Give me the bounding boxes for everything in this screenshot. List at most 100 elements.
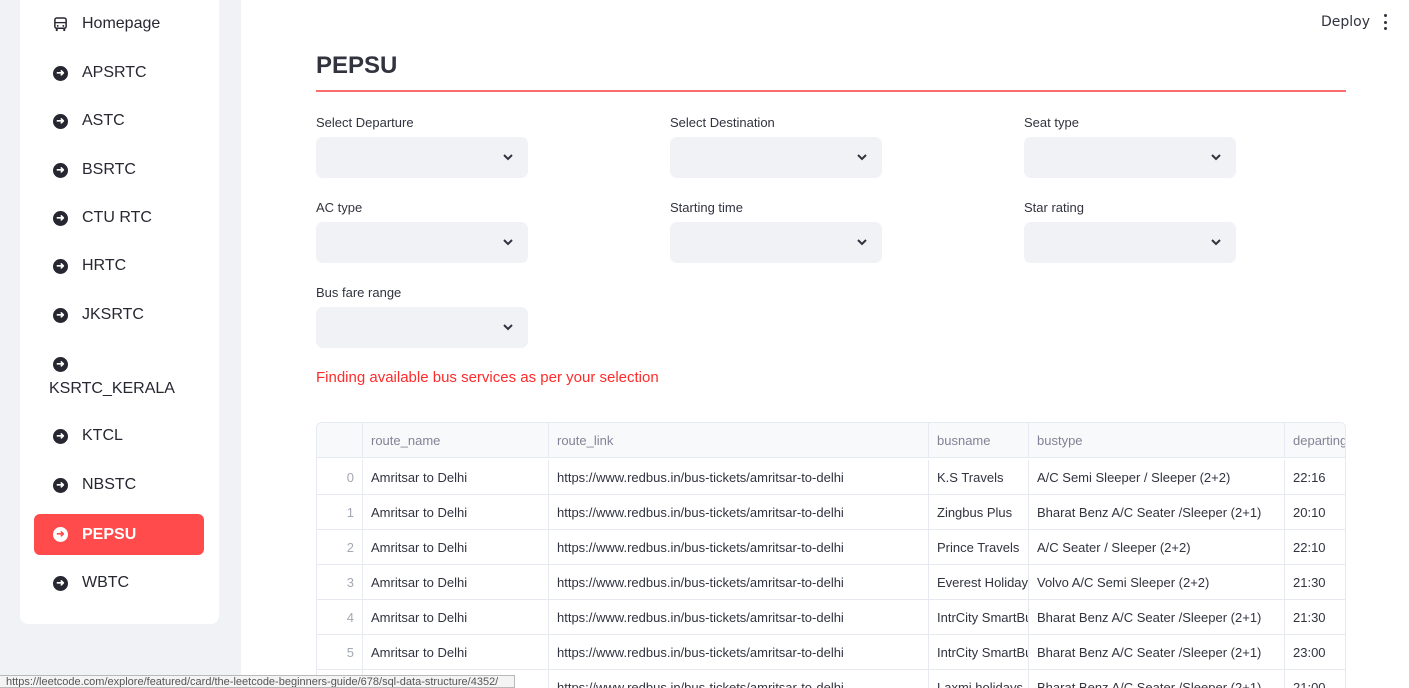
sidebar-item-homepage[interactable]: Homepage (34, 15, 204, 33)
table-cell-busname[interactable]: IntrCity SmartBu (929, 600, 1029, 635)
table-cell-index[interactable]: 0 (317, 460, 363, 495)
sidebar-item-ktcl[interactable]: ➜ KTCL (34, 427, 204, 445)
title-divider (316, 90, 1346, 92)
table-cell-route-link[interactable]: https://www.redbus.in/bus-tickets/amrits… (549, 600, 929, 635)
arrow-circle-right-icon: ➜ (53, 357, 68, 372)
table-cell-index[interactable]: 5 (317, 635, 363, 670)
sidebar-item-label: JKSRTC (82, 306, 144, 323)
table-cell-departing[interactable]: 23:00 (1285, 635, 1345, 670)
table-cell-busname[interactable]: K.S Travels (929, 460, 1029, 495)
bus-data-table[interactable]: route_name route_link busname bustype depart… (316, 422, 1346, 688)
ac-type-select[interactable] (316, 222, 528, 263)
table-cell-route-name[interactable]: Amritsar to Delhi (363, 495, 549, 530)
star-rating-label: Star rating (1024, 200, 1084, 215)
table-row[interactable]: 0 Amritsar to Delhi https://www.redbus.in/… (317, 460, 1345, 495)
chevron-down-icon (503, 239, 513, 246)
column-header-index[interactable] (317, 423, 363, 458)
sidebar-item-jksrtc[interactable]: ➜ JKSRTC (34, 306, 204, 324)
starting-time-select[interactable] (670, 222, 882, 263)
table-cell-busname[interactable]: Zingbus Plus (929, 495, 1029, 530)
table-cell-departing[interactable]: 22:16 (1285, 460, 1345, 495)
table-cell-bustype[interactable]: Bharat Benz A/C Seater /Sleeper (2+1) (1029, 495, 1285, 530)
table-cell-route-name[interactable]: Amritsar to Delhi (363, 530, 549, 565)
column-header-busname[interactable]: busname (929, 423, 1029, 458)
table-cell-departing[interactable]: 20:10 (1285, 495, 1345, 530)
column-header-bustype[interactable]: bustype (1029, 423, 1285, 458)
arrow-circle-right-icon: ➜ (53, 162, 68, 178)
table-cell-busname[interactable]: IntrCity SmartBu (929, 635, 1029, 670)
sidebar-item-label: Homepage (82, 15, 161, 32)
table-cell-index[interactable]: 2 (317, 530, 363, 565)
sidebar-item-label: BSRTC (82, 161, 136, 178)
sidebar-item-bsrtc[interactable]: ➜ BSRTC (34, 161, 204, 179)
departure-label: Select Departure (316, 115, 414, 130)
sidebar-item-pepsu[interactable]: ➜ PEPSU (34, 514, 204, 555)
table-cell-bustype[interactable]: Bharat Benz A/C Seater /Sleeper (2+1) (1029, 600, 1285, 635)
chevron-down-icon (857, 154, 867, 161)
arrow-circle-right-icon: ➜ (53, 575, 68, 591)
table-cell-index[interactable]: 4 (317, 600, 363, 635)
fare-range-select[interactable] (316, 307, 528, 348)
sidebar-item-label: HRTC (82, 257, 127, 274)
table-cell-route-name[interactable]: Amritsar to Delhi (363, 565, 549, 600)
star-rating-select[interactable] (1024, 222, 1236, 263)
table-cell-bustype[interactable]: A/C Semi Sleeper / Sleeper (2+2) (1029, 460, 1285, 495)
sidebar-item-hrtc[interactable]: ➜ HRTC (34, 257, 204, 275)
table-cell-route-link[interactable]: https://www.redbus.in/bus-tickets/amrits… (549, 530, 929, 565)
sidebar-item-ksrtc-kerala[interactable]: ➜ KSRTC_KERALA (34, 357, 204, 398)
table-row[interactable]: 1 Amritsar to Delhi https://www.redbus.in/… (317, 495, 1345, 530)
table-cell-route-link[interactable]: https://www.redbus.in/bus-tickets/amrits… (549, 670, 929, 688)
table-cell-busname[interactable]: Prince Travels (929, 530, 1029, 565)
chevron-down-icon (503, 324, 513, 331)
table-cell-route-name[interactable]: Amritsar to Delhi (363, 460, 549, 495)
arrow-circle-right-icon: ➜ (53, 307, 68, 323)
table-cell-route-link[interactable]: https://www.redbus.in/bus-tickets/amrits… (549, 495, 929, 530)
arrow-circle-right-icon: ➜ (53, 210, 68, 226)
table-cell-departing[interactable]: 21:00 (1285, 670, 1345, 688)
table-row[interactable]: 5 Amritsar to Delhi https://www.redbus.in/… (317, 635, 1345, 670)
link-status-bar: https://leetcode.com/explore/featured/ca… (0, 675, 515, 688)
table-cell-bustype[interactable]: Bharat Benz A/C Seater /Sleeper (2+1) (1029, 670, 1285, 688)
table-cell-departing[interactable]: 21:30 (1285, 565, 1345, 600)
table-cell-busname[interactable]: Laxmi holidays (929, 670, 1029, 688)
table-cell-index[interactable]: 3 (317, 565, 363, 600)
sidebar-item-label: APSRTC (82, 64, 147, 81)
chevron-down-icon (857, 239, 867, 246)
table-cell-departing[interactable]: 21:30 (1285, 600, 1345, 635)
column-header-route-name[interactable]: route_name (363, 423, 549, 458)
table-cell-bustype[interactable]: A/C Seater / Sleeper (2+2) (1029, 530, 1285, 565)
table-cell-bustype[interactable]: Bharat Benz A/C Seater /Sleeper (2+1) (1029, 635, 1285, 670)
seat-type-select[interactable] (1024, 137, 1236, 178)
deploy-button[interactable]: Deploy (1321, 14, 1370, 30)
table-row[interactable]: 4 Amritsar to Delhi https://www.redbus.in/… (317, 600, 1345, 635)
sidebar-item-ctu-rtc[interactable]: ➜ CTU RTC (34, 209, 204, 227)
kebab-menu-icon[interactable] (1381, 12, 1389, 32)
arrow-circle-right-icon: ➜ (53, 258, 68, 274)
chevron-down-icon (1211, 154, 1221, 161)
column-header-route-link[interactable]: route_link (549, 423, 929, 458)
table-cell-route-name[interactable]: Amritsar to Delhi (363, 600, 549, 635)
fare-range-label: Bus fare range (316, 285, 402, 300)
sidebar-item-wbtc[interactable]: ➜ WBTC (34, 574, 204, 592)
table-cell-busname[interactable]: Everest Holidays (929, 565, 1029, 600)
sidebar-item-astc[interactable]: ➜ ASTC (34, 112, 204, 130)
destination-select[interactable] (670, 137, 882, 178)
column-header-departing[interactable]: departing_ (1285, 423, 1345, 458)
table-cell-bustype[interactable]: Volvo A/C Semi Sleeper (2+2) (1029, 565, 1285, 600)
sidebar-item-apsrtc[interactable]: ➜ APSRTC (34, 64, 204, 82)
departure-select[interactable] (316, 137, 528, 178)
table-row[interactable]: 2 Amritsar to Delhi https://www.redbus.in/… (317, 530, 1345, 565)
table-cell-route-link[interactable]: https://www.redbus.in/bus-tickets/amrits… (549, 635, 929, 670)
starting-time-label: Starting time (670, 200, 743, 215)
table-cell-route-link[interactable]: https://www.redbus.in/bus-tickets/amrits… (549, 460, 929, 495)
sidebar-item-label: KTCL (82, 427, 123, 444)
table-row[interactable]: 3 Amritsar to Delhi https://www.redbus.in/… (317, 565, 1345, 600)
table-cell-departing[interactable]: 22:10 (1285, 530, 1345, 565)
table-cell-route-name[interactable]: Amritsar to Delhi (363, 635, 549, 670)
table-header-row: route_name route_link busname bustype depart… (317, 423, 1345, 458)
table-cell-route-link[interactable]: https://www.redbus.in/bus-tickets/amrits… (549, 565, 929, 600)
chevron-down-icon (1211, 239, 1221, 246)
table-cell-index[interactable]: 1 (317, 495, 363, 530)
sidebar-item-nbstc[interactable]: ➜ NBSTC (34, 476, 204, 494)
chevron-down-icon (503, 154, 513, 161)
